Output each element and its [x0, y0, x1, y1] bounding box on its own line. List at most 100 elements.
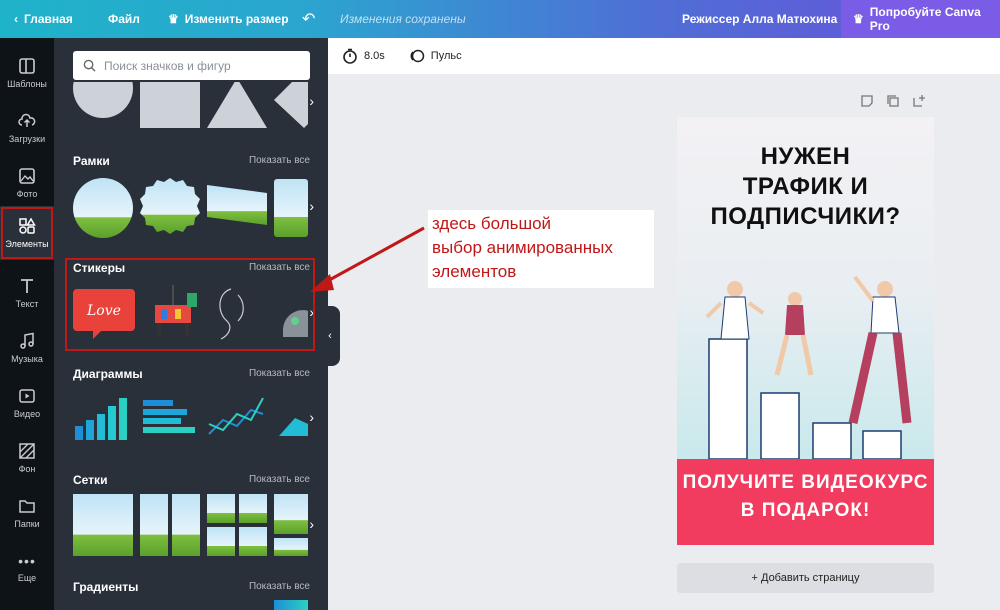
- rail-label: Фото: [16, 189, 38, 199]
- user-name[interactable]: Режиссер Алла Матюхина: [682, 0, 837, 38]
- try-pro-button[interactable]: ♛ Попробуйте Canva Pro: [841, 0, 1000, 38]
- annotation-line: элементов: [432, 261, 517, 281]
- shapes-thumbnails: [73, 82, 308, 128]
- charts-thumbnails: [75, 397, 308, 440]
- text-icon: [21, 279, 33, 293]
- rail-label: Загрузки: [8, 134, 46, 144]
- file-menu[interactable]: Файл: [108, 0, 140, 38]
- show-all-frames[interactable]: Показать все: [249, 155, 310, 166]
- rail-item-folders[interactable]: Папки: [0, 486, 54, 540]
- shapes-row[interactable]: [73, 82, 308, 130]
- design-page[interactable]: НУЖЕН ТРАФИК И ПОДПИСЧИКИ? ПОЛУЧИТЕ ВИДЕ…: [677, 117, 934, 545]
- section-title-gradients: Градиенты: [73, 580, 139, 594]
- animation-toolbar: 8.0s Пульс: [328, 38, 1000, 74]
- left-rail: Шаблоны Загрузки Фото Элементы Текст Муз…: [0, 38, 54, 610]
- cloud-upload-icon: [18, 113, 36, 127]
- charts-row[interactable]: [73, 390, 308, 446]
- section-title-grids: Сетки: [73, 473, 108, 487]
- show-all-gradients[interactable]: Показать все: [249, 581, 310, 592]
- duration-button[interactable]: 8.0s: [342, 48, 385, 64]
- grids-row[interactable]: [73, 494, 308, 556]
- animation-label: Пульс: [430, 50, 462, 62]
- stickers-highlight-box: [65, 258, 315, 351]
- headline-line: ТРАФИК И: [742, 173, 869, 200]
- chevron-right-icon[interactable]: ›: [309, 93, 314, 109]
- annotation-arrow: [310, 226, 425, 292]
- home-label: Главная: [24, 12, 73, 26]
- gradient-thumbnail[interactable]: [274, 600, 308, 610]
- chevron-right-icon[interactable]: ›: [309, 198, 314, 214]
- animation-button[interactable]: Пульс: [409, 48, 462, 64]
- rail-item-text[interactable]: Текст: [0, 266, 54, 320]
- annotation-line: здесь большой: [432, 214, 552, 233]
- footer-line: В ПОДАРОК!: [740, 499, 871, 521]
- add-page-icon[interactable]: [912, 94, 926, 108]
- templates-icon: [19, 58, 35, 74]
- crown-icon: ♛: [168, 12, 179, 26]
- note-icon[interactable]: [860, 94, 874, 108]
- frames-thumbnails: [73, 178, 308, 238]
- rail-item-background[interactable]: Фон: [0, 431, 54, 485]
- resize-button[interactable]: ♛ Изменить размер: [168, 0, 289, 38]
- pro-label: Попробуйте Canva Pro: [869, 5, 981, 33]
- grids-thumbnails: [73, 494, 308, 556]
- rail-label: Текст: [15, 299, 39, 309]
- chevron-left-icon: ‹: [14, 12, 18, 26]
- headline-line: НУЖЕН: [760, 143, 851, 170]
- rail-label: Элементы: [5, 239, 49, 249]
- photo-icon: [19, 168, 35, 184]
- section-title-frames: Рамки: [73, 154, 110, 168]
- rail-item-more[interactable]: ••• Еще: [0, 541, 54, 595]
- rail-label: Видео: [13, 409, 41, 419]
- rail-item-templates[interactable]: Шаблоны: [0, 46, 54, 100]
- search-placeholder: Поиск значков и фигур: [104, 58, 231, 73]
- top-bar: ‹ Главная Файл ♛ Изменить размер ↶ Измен…: [0, 0, 1000, 38]
- background-icon: [19, 443, 35, 459]
- rail-item-video[interactable]: Видео: [0, 376, 54, 430]
- undo-button[interactable]: ↶: [302, 0, 315, 38]
- stopwatch-icon: [343, 48, 357, 64]
- rail-item-music[interactable]: Музыка: [0, 321, 54, 375]
- add-page-button[interactable]: + Добавить страницу: [677, 563, 934, 593]
- people-podium-illustration: [705, 275, 912, 459]
- rail-label: Папки: [14, 519, 40, 529]
- rail-item-elements[interactable]: Элементы: [0, 206, 54, 260]
- rail-label: Еще: [17, 573, 37, 583]
- footer-line: ПОЛУЧИТЕ ВИДЕОКУРС: [682, 472, 929, 493]
- annotation-note: здесь большой выбор анимированных элемен…: [428, 210, 654, 288]
- music-icon: [20, 332, 34, 349]
- video-icon: [19, 389, 35, 403]
- show-all-charts[interactable]: Показать все: [249, 368, 310, 379]
- rail-item-uploads[interactable]: Загрузки: [0, 101, 54, 155]
- chevron-right-icon[interactable]: ›: [309, 516, 314, 532]
- rail-label: Музыка: [11, 354, 43, 364]
- file-label: Файл: [108, 12, 140, 26]
- folder-icon: [19, 500, 35, 513]
- section-title-charts: Диаграммы: [73, 367, 143, 381]
- rail-label: Фон: [18, 464, 36, 474]
- chevron-right-icon[interactable]: ›: [309, 409, 314, 425]
- annotation-line: выбор анимированных: [432, 237, 613, 257]
- rail-item-photos[interactable]: Фото: [0, 156, 54, 210]
- design-footer: ПОЛУЧИТЕ ВИДЕОКУРС В ПОДАРОК!: [677, 459, 934, 545]
- duplicate-icon[interactable]: [886, 94, 900, 108]
- collapse-panel-button[interactable]: ‹: [320, 306, 340, 366]
- shapes-icon: [19, 217, 36, 234]
- resize-label: Изменить размер: [184, 12, 289, 26]
- frames-row[interactable]: [73, 175, 308, 241]
- pulse-animation-icon: [410, 49, 425, 63]
- show-all-grids[interactable]: Показать все: [249, 474, 310, 485]
- duration-label: 8.0s: [364, 50, 385, 62]
- search-icon: [83, 59, 96, 72]
- home-button[interactable]: ‹ Главная: [14, 0, 73, 38]
- crown-icon: ♛: [853, 12, 864, 26]
- design-headline: НУЖЕН ТРАФИК И ПОДПИСЧИКИ?: [677, 142, 934, 232]
- undo-icon: ↶: [302, 11, 316, 28]
- page-actions: [860, 94, 926, 108]
- search-input[interactable]: Поиск значков и фигур: [73, 51, 310, 80]
- rail-label: Шаблоны: [7, 79, 47, 89]
- more-dots-icon: •••: [18, 553, 36, 569]
- chevron-left-icon: ‹: [328, 330, 332, 342]
- save-status: Изменения сохранены: [340, 12, 466, 26]
- headline-line: ПОДПИСЧИКИ?: [710, 203, 901, 230]
